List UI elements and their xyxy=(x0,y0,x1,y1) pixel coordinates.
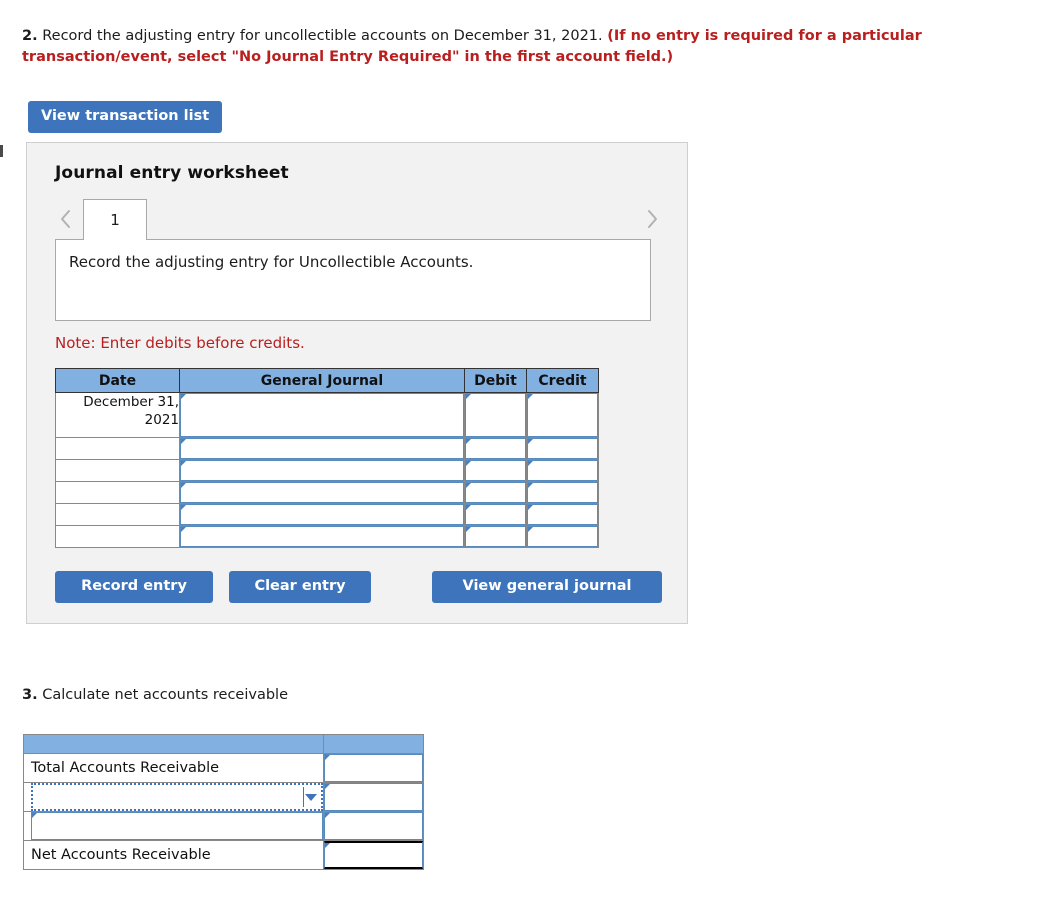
journal-date-cell[interactable] xyxy=(55,481,180,504)
journal-account-cell[interactable] xyxy=(179,459,465,482)
journal-credit-input[interactable] xyxy=(527,526,598,547)
nar-col-label-header xyxy=(23,734,324,754)
nar-value-cell[interactable] xyxy=(323,811,424,841)
journal-note: Note: Enter debits before credits. xyxy=(55,334,305,352)
clipped-edge-artifact xyxy=(0,145,3,157)
journal-credit-input[interactable] xyxy=(527,393,598,437)
journal-debit-cell[interactable] xyxy=(464,392,527,438)
journal-account-input[interactable] xyxy=(180,482,464,503)
journal-credit-cell[interactable] xyxy=(526,392,599,438)
nar-value-input[interactable] xyxy=(324,754,423,782)
question-2-text: Record the adjusting entry for uncollect… xyxy=(37,28,608,44)
journal-debit-input[interactable] xyxy=(465,393,526,437)
nar-value-input[interactable] xyxy=(324,783,423,811)
journal-debit-cell[interactable] xyxy=(464,437,527,460)
journal-debit-input[interactable] xyxy=(465,460,526,481)
nar-total-value-cell[interactable] xyxy=(323,840,424,870)
worksheet-tab-panel: Record the adjusting entry for Uncollect… xyxy=(55,239,651,321)
question-3-text: Calculate net accounts receivable xyxy=(37,687,288,703)
journal-account-input[interactable] xyxy=(180,526,464,547)
journal-credit-cell[interactable] xyxy=(526,525,599,548)
worksheet-title: Journal entry worksheet xyxy=(55,163,289,183)
nar-value-input[interactable] xyxy=(324,812,423,840)
journal-credit-input[interactable] xyxy=(527,438,598,459)
journal-col-credit: Credit xyxy=(526,368,599,393)
table-row xyxy=(55,437,599,460)
journal-col-date: Date xyxy=(55,368,180,393)
journal-debit-input[interactable] xyxy=(465,504,526,525)
journal-entry-table: Date General Journal Debit Credit Decemb… xyxy=(55,368,599,548)
nar-value-cell[interactable] xyxy=(323,753,424,783)
journal-credit-input[interactable] xyxy=(527,504,598,525)
journal-debit-cell[interactable] xyxy=(464,525,527,548)
journal-col-debit: Debit xyxy=(464,368,527,393)
journal-date-cell[interactable] xyxy=(55,459,180,482)
table-row xyxy=(23,782,424,812)
dropdown-separator xyxy=(303,787,304,807)
table-row: December 31, 2021 xyxy=(55,392,599,438)
journal-date-cell: December 31, 2021 xyxy=(55,392,180,438)
journal-col-general-journal: General Journal xyxy=(179,368,465,393)
table-row xyxy=(55,459,599,482)
nar-col-value-header xyxy=(323,734,424,754)
nar-header-row xyxy=(23,734,424,754)
journal-account-input[interactable] xyxy=(180,393,464,437)
nar-row-label-total-accounts-receivable: Total Accounts Receivable xyxy=(23,753,324,783)
table-row xyxy=(55,525,599,548)
nar-account-select-cell[interactable] xyxy=(23,782,324,812)
journal-credit-input[interactable] xyxy=(527,482,598,503)
table-row: Net Accounts Receivable xyxy=(23,840,424,870)
nar-account-dropdown[interactable] xyxy=(31,783,323,811)
table-row xyxy=(55,503,599,526)
journal-debit-input[interactable] xyxy=(465,438,526,459)
chevron-left-icon[interactable] xyxy=(55,205,77,233)
nar-total-value-input[interactable] xyxy=(324,841,423,869)
journal-credit-cell[interactable] xyxy=(526,459,599,482)
journal-debit-cell[interactable] xyxy=(464,459,527,482)
journal-credit-cell[interactable] xyxy=(526,503,599,526)
journal-account-cell[interactable] xyxy=(179,437,465,460)
worksheet-tab-strip: 1 xyxy=(55,199,663,240)
journal-credit-input[interactable] xyxy=(527,460,598,481)
journal-entry-worksheet-panel: Journal entry worksheet 1 Record the adj… xyxy=(26,142,688,624)
view-general-journal-button[interactable]: View general journal xyxy=(432,571,662,603)
journal-account-cell[interactable] xyxy=(179,392,465,438)
table-row xyxy=(55,481,599,504)
journal-debit-input[interactable] xyxy=(465,482,526,503)
question-2-number: 2. xyxy=(22,28,38,44)
journal-credit-cell[interactable] xyxy=(526,437,599,460)
table-row xyxy=(23,811,424,841)
journal-account-input[interactable] xyxy=(180,504,464,525)
view-transaction-list-button[interactable]: View transaction list xyxy=(28,101,223,133)
record-entry-button[interactable]: Record entry xyxy=(55,571,213,603)
nar-value-cell[interactable] xyxy=(323,782,424,812)
net-accounts-receivable-table: Total Accounts Receivable Net Accounts R… xyxy=(23,734,424,870)
journal-table-header-row: Date General Journal Debit Credit xyxy=(55,368,599,393)
nar-label-input-cell[interactable] xyxy=(23,811,324,841)
question-3-prompt: 3. Calculate net accounts receivable xyxy=(22,687,288,703)
journal-date-cell[interactable] xyxy=(55,503,180,526)
journal-debit-input[interactable] xyxy=(465,526,526,547)
nar-label-input[interactable] xyxy=(31,812,323,840)
journal-account-cell[interactable] xyxy=(179,525,465,548)
journal-credit-cell[interactable] xyxy=(526,481,599,504)
worksheet-instruction-text: Record the adjusting entry for Uncollect… xyxy=(69,253,474,271)
table-row: Total Accounts Receivable xyxy=(23,753,424,783)
worksheet-tab-1[interactable]: 1 xyxy=(83,199,147,240)
journal-account-cell[interactable] xyxy=(179,503,465,526)
journal-account-input[interactable] xyxy=(180,438,464,459)
question-3-number: 3. xyxy=(22,687,38,703)
question-2-prompt: 2. Record the adjusting entry for uncoll… xyxy=(22,26,962,68)
journal-account-cell[interactable] xyxy=(179,481,465,504)
chevron-right-icon[interactable] xyxy=(641,205,663,233)
journal-account-input[interactable] xyxy=(180,460,464,481)
clear-entry-button[interactable]: Clear entry xyxy=(229,571,371,603)
nar-row-label-net-accounts-receivable: Net Accounts Receivable xyxy=(23,840,324,870)
journal-debit-cell[interactable] xyxy=(464,503,527,526)
journal-debit-cell[interactable] xyxy=(464,481,527,504)
journal-date-cell[interactable] xyxy=(55,437,180,460)
chevron-down-icon[interactable] xyxy=(305,794,317,801)
journal-date-cell[interactable] xyxy=(55,525,180,548)
